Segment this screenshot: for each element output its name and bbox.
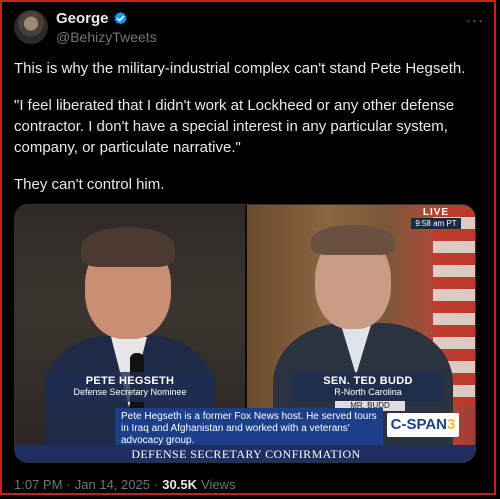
live-indicator: LIVE 9:58 am PT (411, 207, 461, 231)
network-number: 3 (447, 416, 456, 433)
verified-badge-icon (114, 11, 127, 25)
more-options-icon[interactable]: ··· (466, 12, 484, 29)
confirmation-banner: DEFENSE SECRETARY CONFIRMATION (15, 445, 475, 462)
live-label: LIVE (422, 207, 450, 218)
views-count: 30.5K (162, 477, 197, 492)
author-name-row: George (56, 10, 128, 27)
left-speaker-name: PETE HEGSETH (85, 375, 175, 387)
left-speaker-title: Defense Secretary Nominee (73, 387, 187, 397)
avatar[interactable] (14, 10, 48, 44)
network-name: C-SPAN (390, 416, 448, 433)
cspan-logo: C-SPAN3 (387, 413, 459, 437)
right-speaker-title: R-North Carolina (334, 387, 402, 397)
meta-separator: · (153, 477, 159, 492)
left-lower-third: PETE HEGSETH Defense Secretary Nominee (45, 372, 215, 402)
post-paragraph: They can't control him. (14, 176, 165, 193)
video-caption: Pete Hegseth is a former Fox News host. … (115, 408, 383, 448)
author-name[interactable]: George (56, 10, 109, 27)
right-lower-third: SEN. TED BUDD R-North Carolina (293, 372, 443, 402)
live-time: 9:58 am PT (411, 218, 461, 229)
meta-separator: · (66, 477, 71, 492)
post-paragraph: This is why the military-industrial comp… (14, 60, 466, 77)
right-speaker-name: SEN. TED BUDD (323, 375, 413, 387)
views-label: Views (201, 477, 236, 492)
post-text: This is why the military-industrial comp… (14, 58, 479, 211)
post-meta: 1:07 PM · Jan 14, 2025 · 30.5K Views (14, 477, 235, 492)
post-date[interactable]: Jan 14, 2025 (75, 477, 150, 492)
video-player[interactable]: LIVE 9:58 am PT PETE HEGSETH Defense Sec… (14, 204, 476, 463)
post-header: George @BehizyTweets ··· (14, 10, 486, 46)
post-time[interactable]: 1:07 PM (14, 477, 62, 492)
speaker-left-hair (81, 227, 175, 267)
post-paragraph: "I feel liberated that I didn't work at … (14, 97, 455, 156)
speaker-right-hair (311, 225, 395, 255)
author-handle[interactable]: @BehizyTweets (56, 29, 157, 45)
